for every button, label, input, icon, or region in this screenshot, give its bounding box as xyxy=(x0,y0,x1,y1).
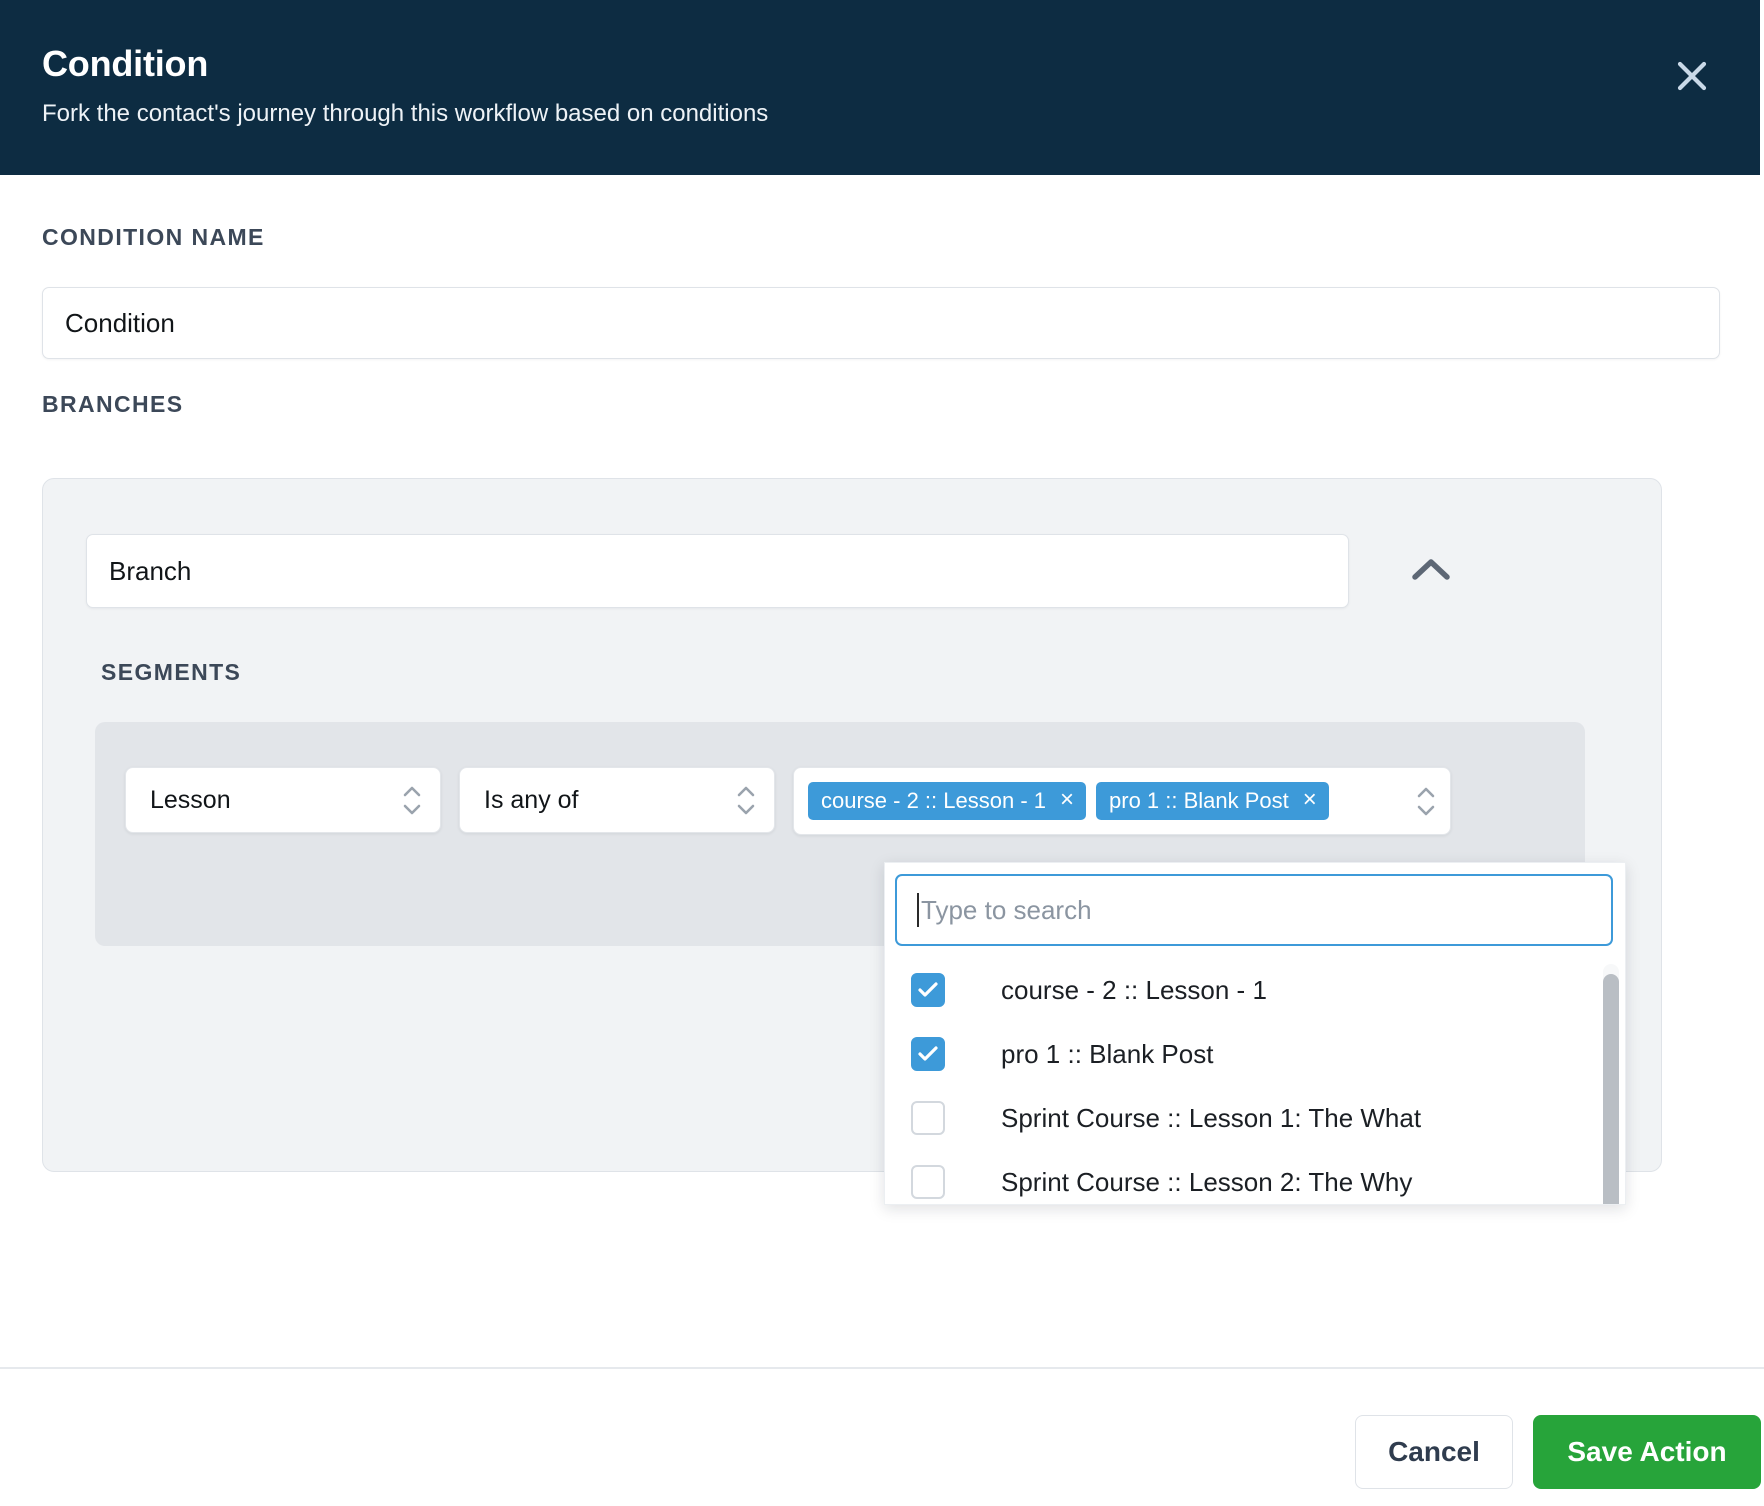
value-dropdown-panel: Type to search course - 2 :: Lesson - 1p… xyxy=(884,862,1626,1205)
dropdown-search-input[interactable]: Type to search xyxy=(895,874,1613,946)
save-action-button[interactable]: Save Action xyxy=(1533,1415,1761,1489)
segment-field-select[interactable]: Lesson xyxy=(125,767,441,833)
dropdown-scrollbar-thumb[interactable] xyxy=(1603,974,1619,1204)
segment-operator-select[interactable]: Is any of xyxy=(459,767,775,833)
branch-name-input[interactable]: Branch xyxy=(86,534,1349,608)
segment-operator-value: Is any of xyxy=(484,785,579,814)
dropdown-option-label: course - 2 :: Lesson - 1 xyxy=(1001,974,1267,1005)
segment-value-multiselect[interactable]: course - 2 :: Lesson - 1 × pro 1 :: Blank … xyxy=(793,767,1451,835)
dropdown-option[interactable]: Sprint Course :: Lesson 2: The Why xyxy=(885,1150,1625,1204)
segments-label: SEGMENTS xyxy=(101,659,242,685)
condition-name-label: CONDITION NAME xyxy=(42,224,265,250)
dropdown-option[interactable]: Sprint Course :: Lesson 1: The What xyxy=(885,1086,1625,1150)
checkbox-icon[interactable] xyxy=(911,1101,945,1135)
tag-remove-close-icon[interactable]: × xyxy=(1303,788,1317,812)
modal-footer: Cancel Save Action xyxy=(0,1367,1764,1506)
chevron-up-icon[interactable] xyxy=(1400,541,1462,599)
modal-subtitle: Fork the contact's journey through this … xyxy=(42,100,769,127)
page-title: Condition xyxy=(42,43,209,84)
checkbox-checked-icon[interactable] xyxy=(911,1037,945,1071)
dropdown-option-list: course - 2 :: Lesson - 1pro 1 :: Blank P… xyxy=(885,958,1625,1204)
close-icon[interactable] xyxy=(1664,48,1720,104)
condition-modal: Condition Fork the contact's journey thr… xyxy=(0,0,1764,1506)
segment-row: Lesson Is any of course - 2:: Lesson - … xyxy=(125,767,1451,835)
modal-header: Condition Fork the contact's journey thr… xyxy=(0,0,1760,175)
dropdown-search-placeholder: Type to search xyxy=(921,894,1092,925)
page-right-edge xyxy=(1760,0,1764,1506)
dropdown-option-label: pro 1 :: Blank Post xyxy=(1001,1038,1214,1069)
checkbox-checked-icon[interactable] xyxy=(911,973,945,1007)
selected-tag[interactable]: pro 1 :: Blank Post × xyxy=(1096,782,1329,820)
tag-remove-close-icon[interactable]: × xyxy=(1060,788,1074,812)
branches-label: BRANCHES xyxy=(42,391,184,417)
segment-field-value: Lesson xyxy=(150,785,231,814)
dropdown-option-label: Sprint Course :: Lesson 2: The Why xyxy=(1001,1166,1413,1197)
selected-tags: course - 2 :: Lesson - 1 × pro 1 :: Blank … xyxy=(808,782,1416,820)
chevron-updown-icon xyxy=(402,785,422,816)
dropdown-option-label: Sprint Course :: Lesson 1: The What xyxy=(1001,1102,1422,1133)
chevron-updown-icon xyxy=(736,785,756,816)
checkbox-icon[interactable] xyxy=(911,1165,945,1199)
selected-tag-label: course - 2 :: Lesson - 1 xyxy=(821,788,1046,813)
condition-name-input[interactable]: Condition xyxy=(42,287,1720,359)
selected-tag-label: pro 1 :: Blank Post xyxy=(1109,788,1289,813)
dropdown-scrollbar[interactable] xyxy=(1603,964,1619,1204)
chevron-updown-icon xyxy=(1416,786,1436,817)
dropdown-option[interactable]: course - 2 :: Lesson - 1 xyxy=(885,958,1625,1022)
selected-tag[interactable]: course - 2 :: Lesson - 1 × xyxy=(808,782,1087,820)
cancel-button[interactable]: Cancel xyxy=(1355,1415,1513,1489)
text-caret xyxy=(917,893,919,927)
dropdown-option[interactable]: pro 1 :: Blank Post xyxy=(885,1022,1625,1086)
